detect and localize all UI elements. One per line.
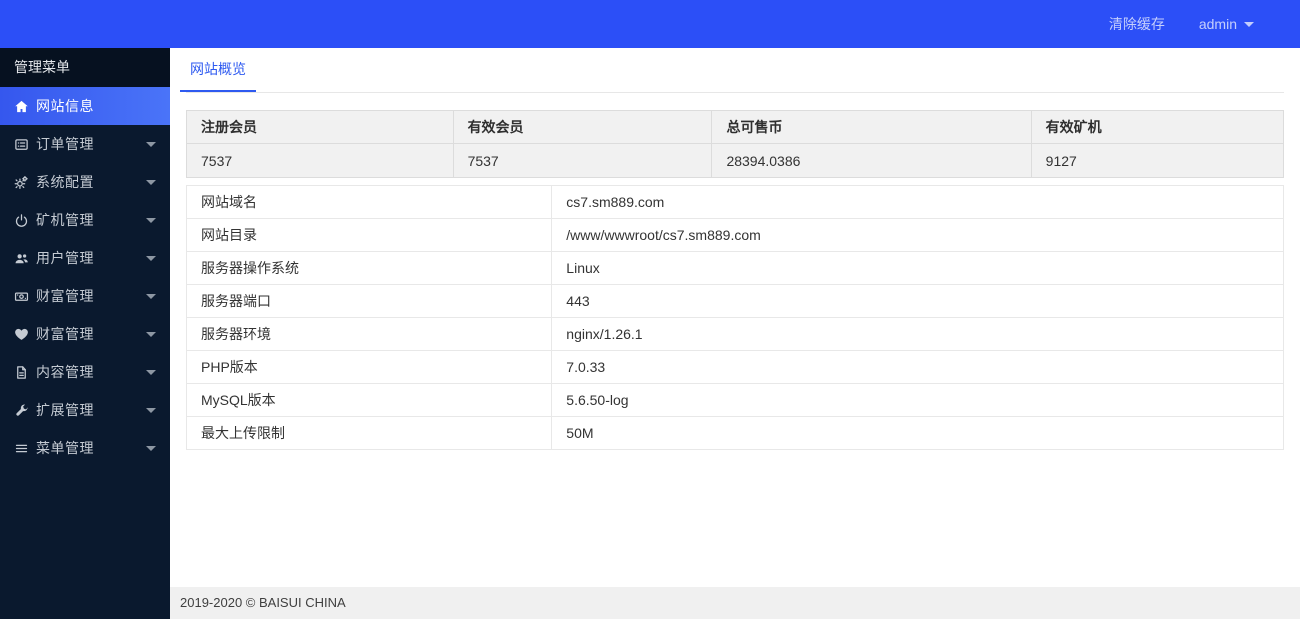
stats-header-row: 注册会员 有效会员 总可售币 有效矿机 — [186, 110, 1285, 144]
detail-label: 最大上传限制 — [185, 416, 553, 450]
detail-value: nginx/1.26.1 — [551, 317, 1284, 351]
detail-value: Linux — [551, 251, 1284, 285]
detail-label: 服务器操作系统 — [185, 251, 553, 285]
detail-value: cs7.sm889.com — [551, 185, 1284, 219]
wrench-icon — [14, 403, 29, 418]
stats-header-cell: 注册会员 — [186, 110, 454, 144]
sidebar: 管理菜单 网站信息 订单管理 系统配置 矿机管理 用户管理 财富管理 财富管理 — [0, 48, 170, 619]
stats-header-cell: 有效矿机 — [1030, 110, 1285, 144]
sidebar-item-label: 菜单管理 — [36, 440, 94, 456]
topbar: 清除缓存 admin — [0, 0, 1300, 48]
chevron-down-icon — [146, 255, 156, 261]
cogs-icon — [14, 175, 29, 190]
bars-icon — [14, 441, 29, 456]
detail-label: MySQL版本 — [185, 383, 553, 417]
sidebar-item-user-manage[interactable]: 用户管理 — [0, 239, 170, 277]
detail-label: 网站域名 — [185, 185, 553, 219]
server-info-table: 网站域名 cs7.sm889.com 网站目录/www/wwwroot/cs7.sm… — [185, 185, 1284, 450]
sidebar-item-label: 财富管理 — [36, 326, 94, 342]
admin-menu-label: admin — [1198, 16, 1237, 32]
sidebar-item-label: 财富管理 — [36, 288, 94, 304]
stats-value-cell: 28394.0386 — [711, 143, 1032, 178]
table-row: PHP版本 7.0.33 — [185, 350, 1284, 384]
stats-table: 注册会员 有效会员 总可售币 有效矿机 7537 7537 28394.0386 9127 — [186, 110, 1285, 178]
sidebar-item-label: 内容管理 — [36, 364, 94, 380]
detail-value: /www/wwwroot/cs7.sm889.com — [551, 218, 1284, 252]
admin-menu[interactable]: admin — [1199, 16, 1254, 32]
sidebar-item-miner-manage[interactable]: 矿机管理 — [0, 201, 170, 239]
detail-value: 443 — [551, 284, 1284, 318]
table-row: 服务器端口 443 — [185, 284, 1284, 318]
footer: 2019-2020 © BAISUI CHINA — [170, 587, 1300, 619]
stats-header-cell: 总可售币 — [711, 110, 1032, 144]
detail-label: 服务器端口 — [185, 284, 553, 318]
copyright-text: 2019-2020 © BAISUI CHINA — [180, 595, 346, 610]
stats-value-cell: 9127 — [1030, 143, 1285, 178]
chevron-down-icon — [146, 217, 156, 223]
order-icon — [14, 137, 29, 152]
clear-cache-button[interactable]: 清除缓存 — [1109, 14, 1165, 34]
table-row: 服务器环境 nginx/1.26.1 — [185, 317, 1284, 351]
sidebar-item-label: 用户管理 — [36, 250, 94, 266]
users-icon — [14, 251, 29, 266]
table-row: MySQL版本 5.6.50-log — [185, 383, 1284, 417]
file-icon — [14, 365, 29, 380]
detail-value: 50M — [551, 416, 1284, 450]
stats-value-cell: 7537 — [452, 143, 713, 178]
chevron-down-icon — [146, 293, 156, 299]
sidebar-item-label: 扩展管理 — [36, 402, 94, 418]
detail-value: 5.6.50-log — [551, 383, 1284, 417]
tab-site-overview[interactable]: 网站概览 — [180, 48, 256, 92]
detail-value: 7.0.33 — [551, 350, 1284, 384]
sidebar-item-menu-manage[interactable]: 菜单管理 — [0, 429, 170, 467]
chevron-down-icon — [146, 369, 156, 375]
chevron-down-icon — [146, 179, 156, 185]
main-content: 网站概览 注册会员 有效会员 总可售币 有效矿机 7537 7537 28394.0386… — [170, 48, 1300, 619]
sidebar-item-order-manage[interactable]: 订单管理 — [0, 125, 170, 163]
power-icon — [14, 213, 29, 228]
chevron-down-icon — [146, 445, 156, 451]
sidebar-item-label: 订单管理 — [36, 136, 94, 152]
sidebar-header: 管理菜单 — [0, 48, 170, 87]
sidebar-item-label: 网站信息 — [36, 98, 94, 114]
stats-value-row: 7537 7537 28394.0386 9127 — [186, 143, 1285, 178]
detail-label: PHP版本 — [185, 350, 553, 384]
chevron-down-icon — [146, 141, 156, 147]
table-row: 网站域名 cs7.sm889.com — [185, 185, 1284, 219]
home-icon — [14, 99, 29, 114]
table-row: 最大上传限制 50M — [185, 416, 1284, 450]
sidebar-item-wealth-manage-2[interactable]: 财富管理 — [0, 315, 170, 353]
sidebar-item-extension-manage[interactable]: 扩展管理 — [0, 391, 170, 429]
sidebar-item-label: 矿机管理 — [36, 212, 94, 228]
table-row: 网站目录/www/wwwroot/cs7.sm889.com — [185, 218, 1284, 252]
stats-value-cell: 7537 — [186, 143, 454, 178]
tab-bar: 网站概览 — [180, 48, 1284, 93]
chevron-down-icon — [146, 331, 156, 337]
heart-icon — [14, 327, 29, 342]
sidebar-item-wealth-manage-1[interactable]: 财富管理 — [0, 277, 170, 315]
sidebar-menu: 网站信息 订单管理 系统配置 矿机管理 用户管理 财富管理 财富管理 内容管理 — [0, 87, 170, 467]
money-icon — [14, 289, 29, 304]
chevron-down-icon — [146, 407, 156, 413]
sidebar-item-label: 系统配置 — [36, 174, 94, 190]
stats-header-cell: 有效会员 — [452, 110, 713, 144]
chevron-down-icon — [1244, 21, 1254, 27]
detail-label: 服务器环境 — [185, 317, 553, 351]
sidebar-item-site-info[interactable]: 网站信息 — [0, 87, 170, 125]
detail-label: 网站目录 — [185, 218, 553, 252]
sidebar-item-system-config[interactable]: 系统配置 — [0, 163, 170, 201]
sidebar-item-content-manage[interactable]: 内容管理 — [0, 353, 170, 391]
table-row: 服务器操作系统 Linux — [185, 251, 1284, 285]
